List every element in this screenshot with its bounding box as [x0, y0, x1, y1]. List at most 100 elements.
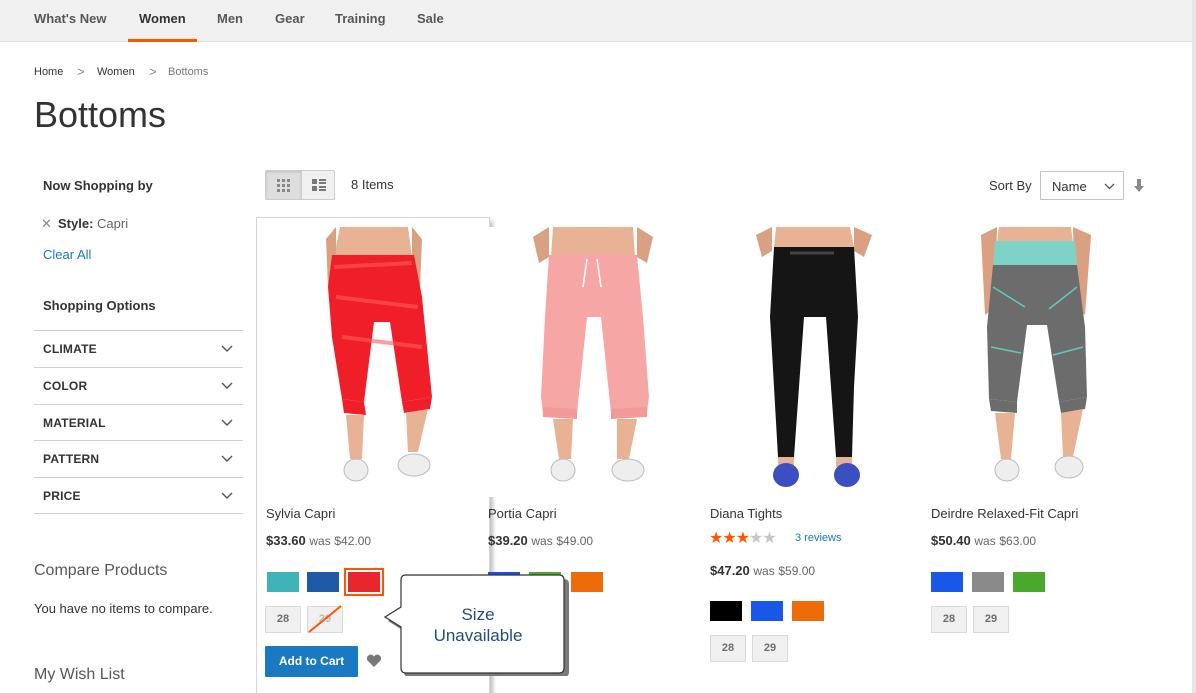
callout-line-2: Unavailable	[433, 626, 523, 645]
filter-climate[interactable]: CLIMATE	[34, 330, 243, 367]
items-count: 8 Items	[351, 177, 394, 192]
filter-label: PATTERN	[43, 452, 100, 466]
star-half-icon: ★★	[749, 530, 777, 547]
color-swatch[interactable]	[931, 572, 963, 592]
product-name-link[interactable]: Portia Capri	[488, 506, 557, 521]
was-label: was	[309, 534, 331, 548]
chevron-down-icon	[221, 345, 233, 352]
nav-whats-new[interactable]: What's New	[34, 0, 106, 42]
product-image-diana-tights[interactable]	[704, 227, 926, 497]
star-icon: ★★★	[709, 530, 750, 547]
filter-label: MATERIAL	[43, 416, 106, 430]
filter-label: PRICE	[43, 489, 81, 503]
color-swatch[interactable]	[751, 601, 783, 621]
color-swatch[interactable]	[571, 572, 603, 592]
filter-price[interactable]: PRICE	[34, 477, 243, 514]
size-swatch[interactable]: 28	[931, 606, 967, 633]
sort-direction-arrow-icon[interactable]	[1133, 179, 1145, 193]
color-swatch[interactable]	[792, 601, 824, 621]
color-swatch-selected[interactable]	[344, 568, 384, 596]
breadcrumb-separator: >	[77, 64, 85, 79]
sort-by-value: Name	[1052, 179, 1087, 194]
filter-color[interactable]: COLOR	[34, 367, 243, 404]
compare-empty-text: You have no items to compare.	[34, 601, 213, 616]
was-label: was	[974, 534, 996, 548]
breadcrumb-home[interactable]: Home	[34, 66, 63, 78]
reviews-link[interactable]: 3 reviews	[795, 532, 841, 544]
active-filter-value: Capri	[97, 216, 129, 231]
active-filter-label: Style:	[58, 216, 94, 231]
now-shopping-title: Now Shopping by	[43, 178, 153, 193]
size-swatch[interactable]: 29	[973, 606, 1009, 633]
product-price: $50.40 was $63.00	[931, 533, 1036, 548]
color-swatch[interactable]	[1013, 572, 1045, 592]
color-swatch[interactable]	[710, 601, 742, 621]
active-filter: Style: Capri	[58, 216, 128, 231]
list-icon	[312, 179, 326, 191]
add-to-cart-button[interactable]: Add to Cart	[265, 646, 358, 677]
product-name-link[interactable]: Diana Tights	[710, 506, 782, 521]
product-price: $33.60 was $42.00	[266, 533, 371, 548]
color-swatch[interactable]	[972, 572, 1004, 592]
size-swatch[interactable]: 29	[752, 635, 788, 662]
chevron-down-icon	[221, 382, 233, 389]
chevron-down-icon	[221, 492, 233, 499]
chevron-down-icon	[221, 419, 233, 426]
chevron-down-icon	[1104, 183, 1115, 190]
final-price: $50.40	[931, 533, 971, 548]
product-image-sylvia-capri[interactable]	[262, 227, 484, 497]
product-name-link[interactable]: Deirdre Relaxed-Fit Capri	[931, 506, 1078, 521]
product-image-portia-capri[interactable]	[483, 227, 705, 497]
nav-sale[interactable]: Sale	[417, 0, 444, 42]
nav-men[interactable]: Men	[217, 0, 243, 42]
clear-all-link[interactable]: Clear All	[43, 247, 91, 262]
filter-pattern[interactable]: PATTERN	[34, 440, 243, 477]
grid-icon	[277, 179, 290, 192]
compare-products-title: Compare Products	[34, 562, 168, 579]
final-price: $47.20	[710, 563, 750, 578]
divider	[34, 513, 243, 514]
nav-women[interactable]: Women	[139, 0, 186, 42]
list-view-button[interactable]	[301, 171, 336, 199]
size-swatch[interactable]: 28	[710, 635, 746, 662]
scrollbar-track[interactable]	[1192, 0, 1196, 693]
filter-material[interactable]: MATERIAL	[34, 404, 243, 441]
breadcrumb-women[interactable]: Women	[97, 66, 135, 78]
was-label: was	[753, 564, 775, 578]
callout-line-1: Size	[461, 605, 495, 624]
sort-by-select[interactable]: Name	[1040, 171, 1124, 200]
remove-filter-icon[interactable]: ✕	[41, 216, 52, 232]
nav-training[interactable]: Training	[335, 0, 386, 42]
heart-icon[interactable]	[366, 654, 382, 668]
nav-gear[interactable]: Gear	[275, 0, 305, 42]
nav-active-indicator	[128, 39, 197, 42]
old-price: $63.00	[999, 534, 1037, 548]
size-swatch[interactable]: 28	[265, 606, 301, 633]
callout-text: Size Unavailable	[405, 604, 551, 646]
product-name-link[interactable]: Sylvia Capri	[266, 506, 335, 521]
grid-view-button[interactable]	[266, 171, 301, 199]
final-price: $39.20	[488, 533, 528, 548]
old-price: $59.00	[778, 564, 816, 578]
unavailable-slash-icon	[308, 605, 342, 633]
wishlist-title: My Wish List	[34, 666, 125, 683]
view-mode-switcher	[265, 170, 335, 200]
filter-label: CLIMATE	[43, 342, 97, 356]
page-title: Bottoms	[34, 94, 167, 135]
product-price: $47.20 was $59.00	[710, 563, 815, 578]
was-label: was	[531, 534, 553, 548]
sort-by-label: Sort By	[989, 178, 1032, 193]
top-navigation: What's New Women Men Gear Training Sale	[0, 0, 1196, 42]
old-price: $49.00	[556, 534, 594, 548]
chevron-down-icon	[221, 455, 233, 462]
shopping-options-title: Shopping Options	[43, 298, 156, 313]
product-image-deirdre-relaxed-fit-capri[interactable]	[925, 227, 1147, 497]
breadcrumb-separator: >	[149, 64, 157, 79]
rating-stars: ★★★★★	[709, 530, 777, 548]
breadcrumb-current: Bottoms	[168, 66, 209, 78]
color-swatch[interactable]	[307, 572, 339, 592]
filter-label: COLOR	[43, 379, 88, 393]
final-price: $33.60	[266, 533, 306, 548]
product-price: $39.20 was $49.00	[488, 533, 593, 548]
color-swatch[interactable]	[267, 572, 299, 592]
